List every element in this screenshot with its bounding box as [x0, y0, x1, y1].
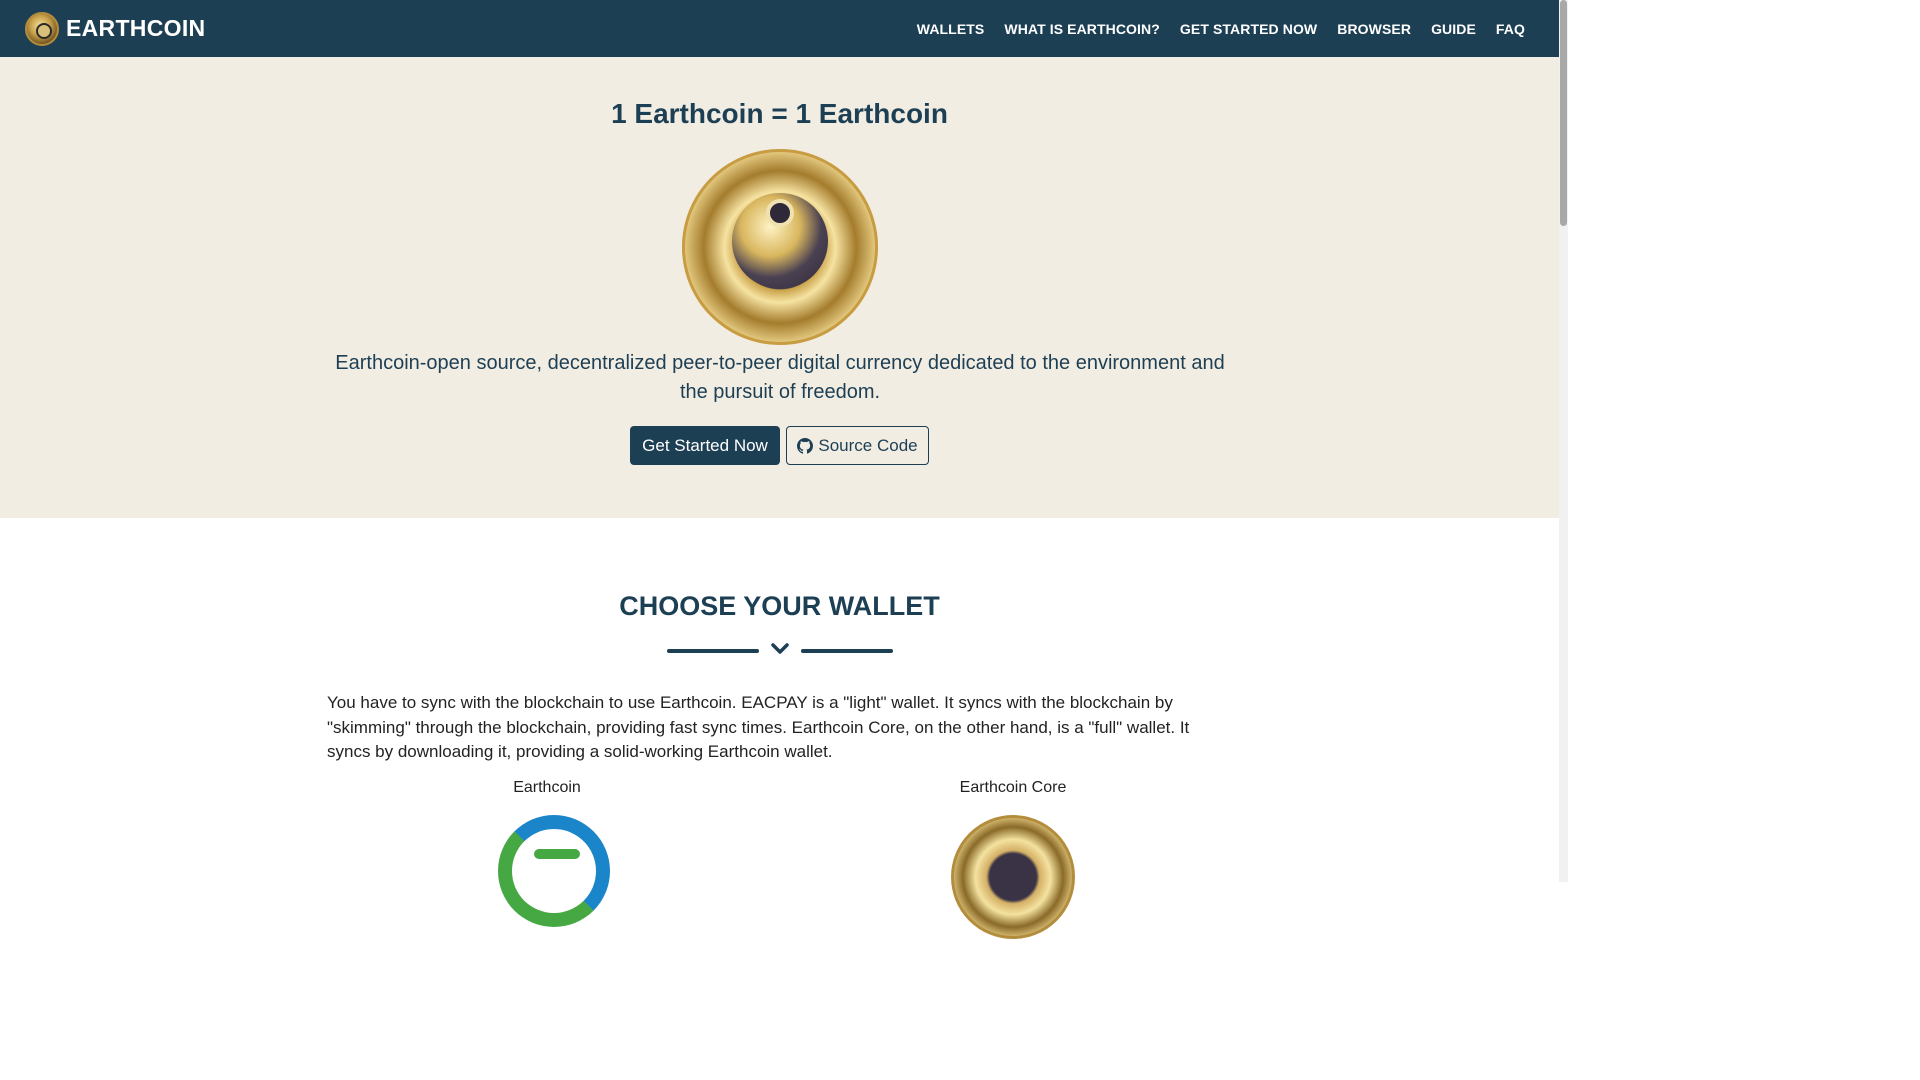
- get-started-button[interactable]: Get Started Now: [630, 426, 780, 465]
- brand-link[interactable]: EARTHCOIN: [25, 11, 206, 46]
- hero-description: Earthcoin-open source, decentralized pee…: [335, 352, 1225, 403]
- wallet-option-earthcoin-label[interactable]: Earthcoin: [397, 779, 697, 797]
- coin-e-mark: [766, 199, 794, 227]
- earthcoin-coin-icon: [682, 149, 878, 345]
- nav-link-wallets[interactable]: WALLETS: [917, 21, 985, 37]
- nav-link-what-is-earthcoin[interactable]: WHAT IS EARTHCOIN?: [1004, 21, 1160, 37]
- nav-link-get-started[interactable]: GET STARTED NOW: [1180, 21, 1317, 37]
- scrollbar-thumb[interactable]: [1560, 0, 1567, 226]
- source-code-button[interactable]: Source Code: [786, 426, 929, 465]
- chevron-down-icon: [771, 643, 789, 654]
- wallet-description: You have to sync with the blockchain to …: [327, 693, 1190, 761]
- wallet-option-earthcoin-core-label[interactable]: Earthcoin Core: [863, 779, 1163, 797]
- source-code-label: Source Code: [818, 435, 918, 455]
- earthcoin-core-coin-icon[interactable]: [951, 815, 1075, 939]
- divider-line-right: [801, 649, 893, 653]
- hero-title: 1 Earthcoin = 1 Earthcoin: [611, 98, 948, 129]
- nav-link-guide[interactable]: GUIDE: [1431, 21, 1476, 37]
- nav-links: WALLETS WHAT IS EARTHCOIN? GET STARTED N…: [897, 0, 1525, 57]
- choose-wallet-title: CHOOSE YOUR WALLET: [619, 591, 940, 621]
- hero-section: 1 Earthcoin = 1 Earthcoin Earthcoin-open…: [0, 57, 1559, 518]
- eacpay-logo-icon[interactable]: [498, 815, 610, 927]
- nav-link-faq[interactable]: FAQ: [1496, 21, 1525, 37]
- github-icon: [797, 437, 814, 454]
- earthcoin-logo-icon: [25, 11, 59, 46]
- brand-text: EARTHCOIN: [66, 15, 206, 41]
- page-scrollbar[interactable]: [1559, 0, 1568, 882]
- top-navbar: EARTHCOIN WALLETS WHAT IS EARTHCOIN? GET…: [0, 0, 1559, 57]
- nav-link-browser[interactable]: BROWSER: [1337, 21, 1411, 37]
- divider-line-left: [667, 649, 759, 653]
